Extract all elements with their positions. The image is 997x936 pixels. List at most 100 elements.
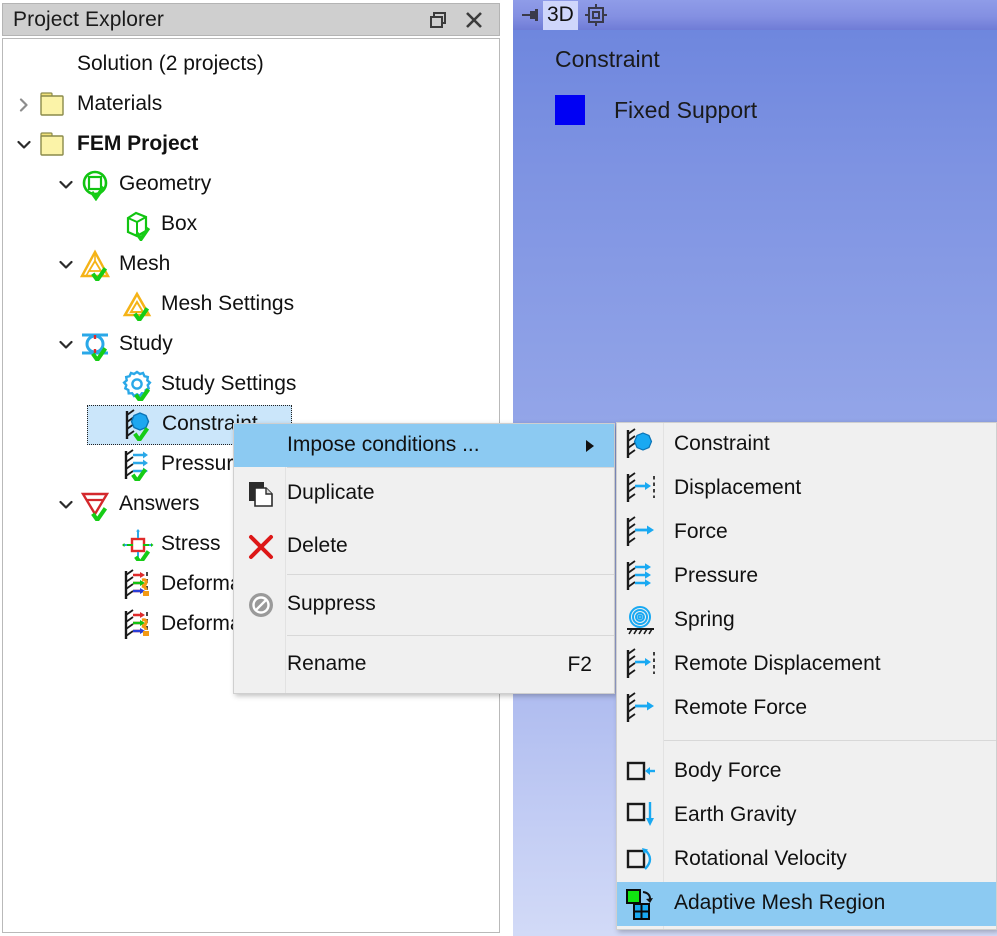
submenu-item-displacement[interactable]: Displacement <box>617 467 996 511</box>
folder-icon <box>37 128 71 162</box>
submenu-item-spring[interactable]: Spring <box>617 599 996 643</box>
mesh-settings-icon <box>121 288 155 322</box>
remote-displacement-icon <box>617 643 665 687</box>
menu-item-impose-conditions[interactable]: Impose conditions ... <box>234 424 614 467</box>
tree-item-box[interactable]: Box <box>3 205 499 245</box>
submenu-item-force[interactable]: Force <box>617 511 996 555</box>
panel-title: Project Explorer <box>13 7 164 31</box>
submenu-item-label: Remote Displacement <box>674 652 881 675</box>
tab-3d[interactable]: 3D <box>543 0 578 30</box>
chevron-down-icon[interactable] <box>11 125 37 165</box>
pressure-icon <box>121 448 155 482</box>
chevron-right-icon[interactable] <box>11 85 37 125</box>
impose-conditions-submenu[interactable]: Constraint Displacement Force Pressure Sprin… <box>616 422 997 930</box>
viewport-legend: Constraint Fixed Support <box>555 46 757 125</box>
context-menu[interactable]: Impose conditions ... Duplicate Delete S… <box>233 423 615 694</box>
folder-icon <box>37 88 71 122</box>
stress-icon <box>121 528 155 562</box>
constraint-icon <box>617 423 665 467</box>
submenu-item-body-force[interactable]: Body Force <box>617 750 996 794</box>
submenu-item-label: Rotational Velocity <box>674 847 847 870</box>
tree-item-fem-project[interactable]: FEM Project <box>3 125 499 165</box>
pressure-icon <box>617 555 665 599</box>
submenu-item-label: Adaptive Mesh Region <box>674 891 886 914</box>
submenu-item-adaptive-mesh-region[interactable]: Adaptive Mesh Region <box>617 882 996 926</box>
origin-marker-icon[interactable] <box>584 3 608 27</box>
submenu-item-label: Earth Gravity <box>674 803 797 826</box>
suppress-icon <box>234 575 287 635</box>
tree-item-label: Stress <box>161 532 221 555</box>
tree-item-label: Materials <box>77 92 163 115</box>
close-panel-button[interactable] <box>463 9 485 31</box>
submenu-item-pressure[interactable]: Pressure <box>617 555 996 599</box>
tree-item-label: Mesh Settings <box>161 292 295 315</box>
menu-item-suppress[interactable]: Suppress <box>234 575 614 635</box>
geometry-icon <box>79 168 113 202</box>
spring-icon <box>617 599 665 643</box>
menu-item-label: Duplicate <box>287 481 375 504</box>
box-icon <box>121 208 155 242</box>
submenu-item-label: Remote Force <box>674 696 808 719</box>
submenu-item-label: Pressure <box>674 564 759 587</box>
constraint-icon <box>122 408 156 442</box>
legend-title: Constraint <box>555 46 660 72</box>
submenu-item-remote-force[interactable]: Remote Force <box>617 687 996 731</box>
chevron-down-icon[interactable] <box>53 245 79 285</box>
duplicate-icon <box>234 468 287 520</box>
tree-item-study-settings[interactable]: Study Settings <box>3 365 499 405</box>
chevron-down-icon[interactable] <box>53 165 79 205</box>
submenu-item-label: Spring <box>674 608 735 631</box>
menu-item-label: Impose conditions ... <box>287 432 480 456</box>
tree-item-label: Mesh <box>119 252 171 275</box>
chevron-down-icon[interactable] <box>53 485 79 525</box>
tree-item-materials[interactable]: Materials <box>3 85 499 125</box>
submenu-item-remote-displacement[interactable]: Remote Displacement <box>617 643 996 687</box>
tree-item-label: Geometry <box>119 172 212 195</box>
study-icon <box>79 328 113 362</box>
menu-item-duplicate[interactable]: Duplicate <box>234 468 614 520</box>
tree-item-study[interactable]: Study <box>3 325 499 365</box>
titlebar-buttons <box>427 9 499 31</box>
tree-icon-none <box>37 48 71 82</box>
submenu-item-label: Displacement <box>674 476 802 499</box>
submenu-item-label: Body Force <box>674 759 782 782</box>
submenu-item-earth-gravity[interactable]: Earth Gravity <box>617 794 996 838</box>
earth-gravity-icon <box>617 794 665 838</box>
viewport-tabbar: 3D <box>513 0 997 30</box>
menu-item-shortcut: F2 <box>567 653 592 676</box>
submenu-gap <box>617 741 996 750</box>
project-explorer-titlebar: Project Explorer <box>2 3 500 36</box>
menu-item-rename[interactable]: Rename F2 <box>234 636 614 694</box>
tree-item-solution-2-projects[interactable]: Solution (2 projects) <box>3 45 499 85</box>
body-force-icon <box>617 750 665 794</box>
tree-item-mesh-settings[interactable]: Mesh Settings <box>3 285 499 325</box>
pin-icon[interactable] <box>519 5 541 25</box>
tree-item-mesh[interactable]: Mesh <box>3 245 499 285</box>
rotational-velocity-icon <box>617 838 665 882</box>
submenu-item-label: Constraint <box>674 432 770 455</box>
displacement-icon <box>617 467 665 511</box>
menu-item-delete[interactable]: Delete <box>234 520 614 574</box>
tree-item-label: Box <box>161 212 198 235</box>
legend-color-swatch <box>555 95 585 125</box>
legend-item-label: Fixed Support <box>614 96 758 123</box>
adaptive-mesh-icon <box>617 882 665 926</box>
submenu-list: Constraint Displacement Force Pressure Sprin… <box>617 423 996 926</box>
delete-icon <box>234 520 287 574</box>
submenu-item-constraint[interactable]: Constraint <box>617 423 996 467</box>
menu-item-label: Rename <box>287 652 367 675</box>
chevron-down-icon[interactable] <box>53 325 79 365</box>
tree-item-label: Study <box>119 332 173 355</box>
tree-item-label: Solution (2 projects) <box>77 52 264 75</box>
submenu-item-rotational-velocity[interactable]: Rotational Velocity <box>617 838 996 882</box>
tree-item-geometry[interactable]: Geometry <box>3 165 499 205</box>
restore-window-button[interactable] <box>427 9 449 31</box>
deformation-icon <box>121 608 155 642</box>
menu-item-icon-placeholder <box>234 424 287 467</box>
